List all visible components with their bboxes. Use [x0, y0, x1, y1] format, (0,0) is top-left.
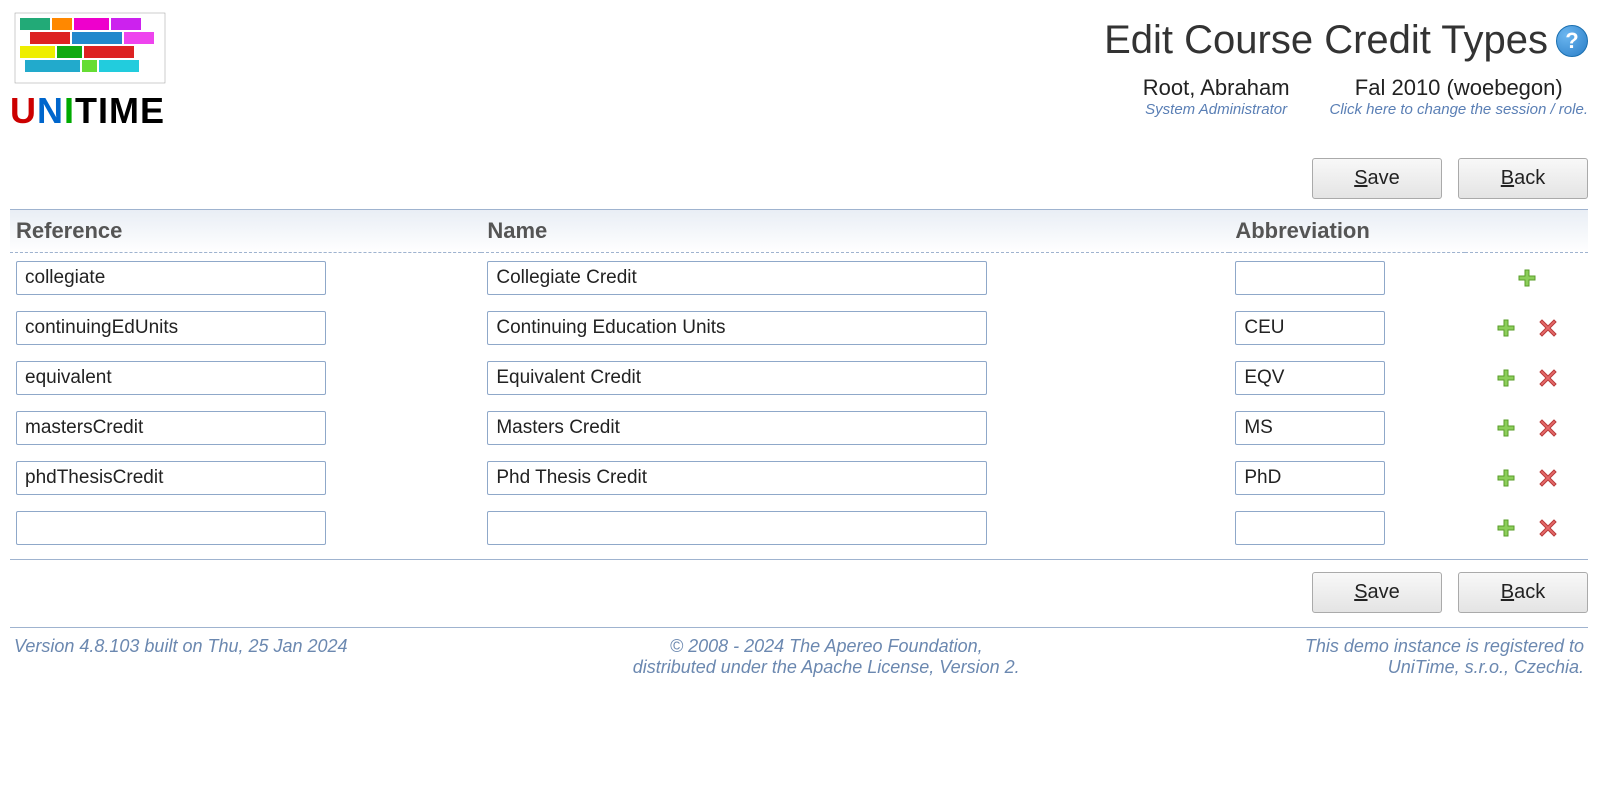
table-row — [10, 503, 1588, 553]
help-icon[interactable]: ? — [1556, 25, 1588, 57]
delete-icon[interactable] — [1539, 469, 1557, 487]
reference-input[interactable] — [16, 411, 326, 445]
session-block[interactable]: Fal 2010 (woebegon) Click here to change… — [1330, 75, 1588, 118]
table-header-row: Reference Name Abbreviation — [10, 210, 1588, 253]
footer-copyright: © 2008 - 2024 The Apereo Foundation, dis… — [348, 636, 1305, 678]
table-row — [10, 353, 1588, 403]
footer-registration-line1: This demo instance is registered to — [1305, 636, 1584, 657]
user-session-row: Root, Abraham System Administrator Fal 2… — [1104, 75, 1588, 118]
user-name: Root, Abraham — [1143, 75, 1290, 101]
brand-e: E — [140, 90, 165, 131]
title-row: Edit Course Credit Types ? — [1104, 18, 1588, 63]
footer-version: Version 4.8.103 built on Thu, 25 Jan 202… — [14, 636, 348, 678]
footer-registration-line2: UniTime, s.r.o., Czechia. — [1305, 657, 1584, 678]
footer-copyright-line1: © 2008 - 2024 The Apereo Foundation, — [348, 636, 1305, 657]
page-title: Edit Course Credit Types — [1104, 18, 1548, 63]
name-input[interactable] — [487, 261, 987, 295]
abbreviation-input[interactable] — [1235, 361, 1385, 395]
footer-copyright-line2: distributed under the Apache License, Ve… — [348, 657, 1305, 678]
unitime-grid-icon — [10, 8, 170, 88]
col-actions — [1465, 210, 1588, 253]
session-hint: Click here to change the session / role. — [1330, 101, 1588, 118]
reference-input[interactable] — [16, 511, 326, 545]
logo-area: UNITIME — [10, 8, 170, 132]
credit-types-table: Reference Name Abbreviation — [10, 209, 1588, 553]
save-button[interactable]: Save — [1312, 572, 1442, 613]
table-row — [10, 303, 1588, 353]
page-footer: Version 4.8.103 built on Thu, 25 Jan 202… — [10, 627, 1588, 678]
table-row — [10, 253, 1588, 304]
brand-i2: I — [98, 90, 109, 131]
abbreviation-input[interactable] — [1235, 311, 1385, 345]
save-button[interactable]: Save — [1312, 158, 1442, 199]
abbreviation-input[interactable] — [1235, 261, 1385, 295]
reference-input[interactable] — [16, 461, 326, 495]
button-bar-top: Save Back — [10, 152, 1588, 209]
name-input[interactable] — [487, 411, 987, 445]
brand-i: I — [64, 90, 75, 131]
back-button[interactable]: Back — [1458, 572, 1588, 613]
name-input[interactable] — [487, 361, 987, 395]
brand-u: U — [10, 90, 37, 131]
col-reference: Reference — [10, 210, 481, 253]
brand-n: N — [37, 90, 64, 131]
reference-input[interactable] — [16, 261, 326, 295]
brand-text: UNITIME — [10, 90, 170, 132]
abbreviation-input[interactable] — [1235, 411, 1385, 445]
abbreviation-input[interactable] — [1235, 511, 1385, 545]
user-role: System Administrator — [1143, 101, 1290, 118]
brand-m: M — [109, 90, 140, 131]
session-name: Fal 2010 (woebegon) — [1330, 75, 1588, 101]
page-container: UNITIME Edit Course Credit Types ? Root,… — [10, 8, 1588, 678]
user-block: Root, Abraham System Administrator — [1143, 75, 1290, 118]
col-abbreviation: Abbreviation — [1229, 210, 1465, 253]
col-name: Name — [481, 210, 1229, 253]
add-icon[interactable] — [1497, 319, 1515, 337]
separator — [10, 559, 1588, 560]
delete-icon[interactable] — [1539, 419, 1557, 437]
add-icon[interactable] — [1497, 369, 1515, 387]
table-row — [10, 453, 1588, 503]
table-row — [10, 403, 1588, 453]
name-input[interactable] — [487, 311, 987, 345]
add-icon[interactable] — [1497, 519, 1515, 537]
add-icon[interactable] — [1518, 269, 1536, 287]
back-button[interactable]: Back — [1458, 158, 1588, 199]
add-icon[interactable] — [1497, 419, 1515, 437]
delete-icon[interactable] — [1539, 519, 1557, 537]
delete-icon[interactable] — [1539, 319, 1557, 337]
name-input[interactable] — [487, 511, 987, 545]
delete-icon[interactable] — [1539, 369, 1557, 387]
brand-t: T — [75, 90, 98, 131]
name-input[interactable] — [487, 461, 987, 495]
reference-input[interactable] — [16, 311, 326, 345]
footer-registration: This demo instance is registered to UniT… — [1305, 636, 1584, 678]
page-header: UNITIME Edit Course Credit Types ? Root,… — [10, 8, 1588, 132]
reference-input[interactable] — [16, 361, 326, 395]
button-bar-bottom: Save Back — [10, 566, 1588, 623]
add-icon[interactable] — [1497, 469, 1515, 487]
abbreviation-input[interactable] — [1235, 461, 1385, 495]
title-area: Edit Course Credit Types ? Root, Abraham… — [1104, 8, 1588, 118]
